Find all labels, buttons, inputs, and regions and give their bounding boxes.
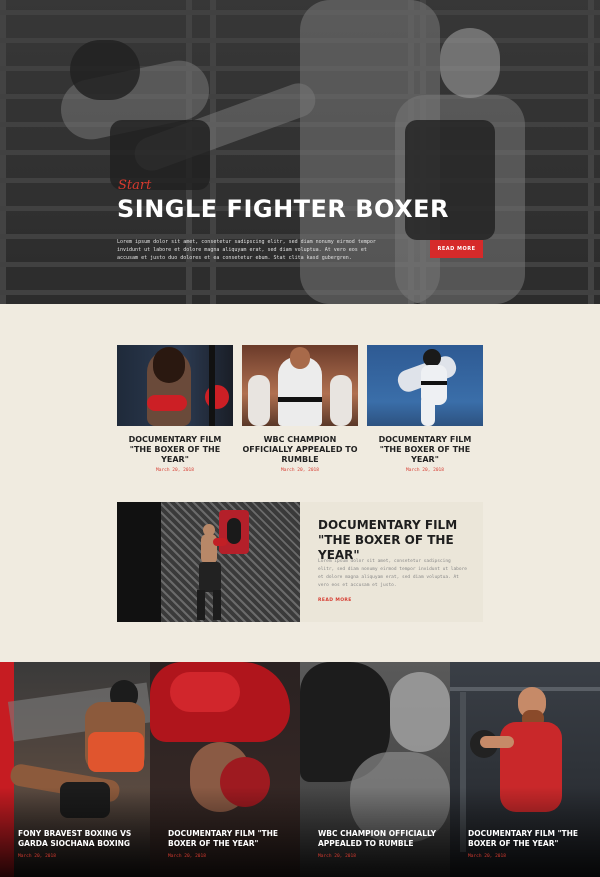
hero-section: Start SINGLE FIGHTER BOXER Lorem ipsum d… bbox=[0, 0, 600, 304]
tile-date: March 20, 2018 bbox=[18, 854, 56, 859]
tile-title[interactable]: FONY BRAVEST BOXING VS GARDA SIOCHANA BO… bbox=[18, 829, 143, 849]
article-card-title[interactable]: WBC CHAMPION OFFICIALLY APPEALED TO RUMB… bbox=[242, 435, 358, 465]
article-card-title[interactable]: DOCUMENTARY FILM "THE BOXER OF THE YEAR" bbox=[367, 435, 483, 465]
hero-title: SINGLE FIGHTER BOXER bbox=[117, 195, 449, 223]
article-tile[interactable]: DOCUMENTARY FILM "THE BOXER OF THE YEAR"… bbox=[450, 662, 600, 877]
article-card-date: March 20, 2018 bbox=[281, 468, 319, 473]
article-card[interactable]: DOCUMENTARY FILM "THE BOXER OF THE YEAR"… bbox=[117, 345, 233, 473]
featured-read-more-link[interactable]: READ MORE bbox=[318, 598, 352, 603]
tile-title[interactable]: DOCUMENTARY FILM "THE BOXER OF THE YEAR" bbox=[468, 829, 593, 849]
article-tile[interactable]: WBC CHAMPION OFFICIALLY APPEALED TO RUMB… bbox=[300, 662, 450, 877]
article-card-image[interactable] bbox=[367, 345, 483, 426]
tile-grid: FONY BRAVEST BOXING VS GARDA SIOCHANA BO… bbox=[0, 662, 600, 877]
article-card[interactable]: DOCUMENTARY FILM "THE BOXER OF THE YEAR"… bbox=[367, 345, 483, 473]
article-card-image[interactable] bbox=[117, 345, 233, 426]
tile-date: March 20, 2018 bbox=[468, 854, 506, 859]
featured-article[interactable]: DOCUMENTARY FILM "THE BOXER OF THE YEAR"… bbox=[117, 502, 483, 622]
article-card[interactable]: WBC CHAMPION OFFICIALLY APPEALED TO RUMB… bbox=[242, 345, 358, 473]
tile-title[interactable]: WBC CHAMPION OFFICIALLY APPEALED TO RUMB… bbox=[318, 829, 443, 849]
article-tile[interactable]: FONY BRAVEST BOXING VS GARDA SIOCHANA BO… bbox=[0, 662, 150, 877]
tile-title[interactable]: DOCUMENTARY FILM "THE BOXER OF THE YEAR" bbox=[168, 829, 293, 849]
hero-description: Lorem ipsum dolor sit amet, consetetur s… bbox=[117, 239, 376, 261]
article-card-date: March 20, 2018 bbox=[156, 468, 194, 473]
article-tile[interactable]: DOCUMENTARY FILM "THE BOXER OF THE YEAR"… bbox=[150, 662, 300, 877]
featured-article-description: Lorem ipsum dolor sit amet, consetetur s… bbox=[318, 559, 468, 588]
featured-article-title[interactable]: DOCUMENTARY FILM "THE BOXER OF THE YEAR" bbox=[318, 518, 478, 563]
tile-date: March 20, 2018 bbox=[318, 854, 356, 859]
article-card-image[interactable] bbox=[242, 345, 358, 426]
article-card-date: March 20, 2018 bbox=[406, 468, 444, 473]
article-card-title[interactable]: DOCUMENTARY FILM "THE BOXER OF THE YEAR" bbox=[117, 435, 233, 465]
hero-script-word: Start bbox=[118, 178, 152, 193]
featured-article-image[interactable] bbox=[117, 502, 300, 622]
tile-date: March 20, 2018 bbox=[168, 854, 206, 859]
hero-read-more-button[interactable]: READ MORE bbox=[430, 240, 483, 258]
